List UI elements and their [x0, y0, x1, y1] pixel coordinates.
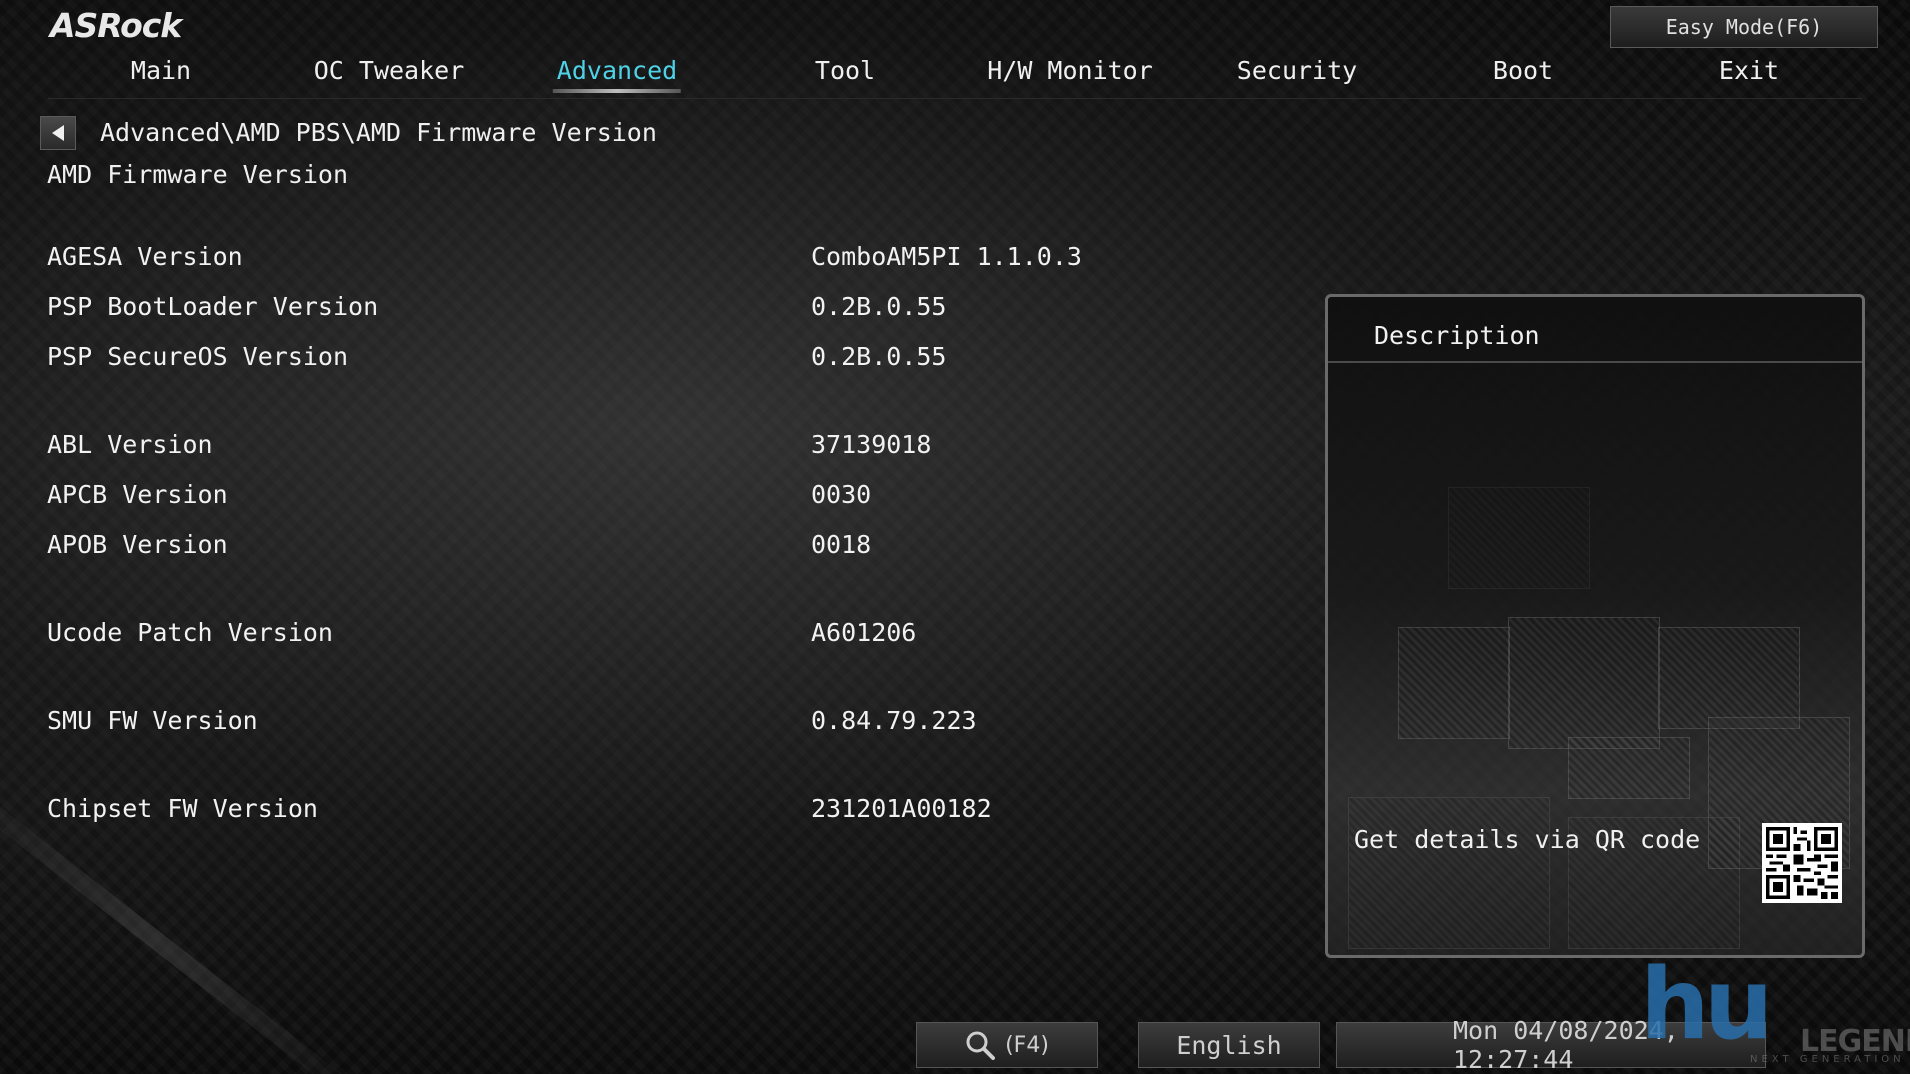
tab-hw-monitor[interactable]: H/W Monitor: [987, 56, 1153, 91]
easy-mode-button[interactable]: Easy Mode(F6): [1610, 6, 1878, 48]
description-title: Description: [1374, 321, 1540, 350]
asrock-logo: ASRock: [50, 6, 182, 45]
metal-plate: [1508, 617, 1660, 749]
tab-exit[interactable]: Exit: [1719, 56, 1779, 91]
description-panel: Description Get details via QR code: [1325, 294, 1865, 958]
back-button[interactable]: [40, 116, 76, 150]
search-button[interactable]: (F4): [916, 1022, 1098, 1068]
magnifier-icon: [966, 1031, 996, 1060]
row-label-agesa[interactable]: AGESA Version: [47, 242, 243, 271]
row-value-abl: 37139018: [811, 430, 932, 459]
tab-tool[interactable]: Tool: [815, 56, 875, 91]
tab-advanced[interactable]: Advanced: [552, 56, 682, 93]
row-value-psp-bootloader: 0.2B.0.55: [811, 292, 947, 321]
main-nav: Main OC Tweaker Advanced Tool H/W Monito…: [48, 56, 1862, 99]
row-label-psp-secureos[interactable]: PSP SecureOS Version: [47, 342, 348, 371]
row-value-apcb: 0030: [811, 480, 872, 509]
tab-security[interactable]: Security: [1237, 56, 1357, 91]
row-label-apcb[interactable]: APCB Version: [47, 480, 228, 509]
tab-oc-tweaker[interactable]: OC Tweaker: [314, 56, 465, 91]
search-shortcut: (F4): [1005, 1032, 1049, 1058]
row-value-chipset-fw: 231201A00182: [811, 794, 992, 823]
watermark-logo: hu LEGEND NEXT GENERATION: [1640, 950, 1910, 1074]
metal-plate: [1568, 737, 1690, 799]
tab-boot[interactable]: Boot: [1493, 56, 1553, 91]
tab-main[interactable]: Main: [131, 56, 191, 91]
breadcrumb: Advanced\AMD PBS\AMD Firmware Version: [100, 118, 657, 147]
language-button[interactable]: English: [1138, 1022, 1320, 1068]
metal-plate: [1658, 627, 1800, 729]
qr-code-icon[interactable]: [1762, 823, 1842, 903]
bios-screen: ASRock Easy Mode(F6) Main OC Tweaker Adv…: [0, 0, 1910, 1074]
qr-caption: Get details via QR code: [1354, 825, 1701, 854]
row-value-smu-fw: 0.84.79.223: [811, 706, 977, 735]
metal-plate: [1398, 627, 1510, 739]
row-label-smu-fw[interactable]: SMU FW Version: [47, 706, 258, 735]
left-triangle-icon: [52, 125, 64, 141]
row-value-ucode: A601206: [811, 618, 917, 647]
metal-plate: [1348, 797, 1550, 949]
row-value-psp-secureos: 0.2B.0.55: [811, 342, 947, 371]
watermark-subtext: NEXT GENERATION: [1750, 1054, 1905, 1065]
row-label-chipset-fw[interactable]: Chipset FW Version: [47, 794, 318, 823]
watermark-mark: hu: [1640, 948, 1774, 1062]
metal-plate: [1448, 487, 1590, 589]
row-value-apob: 0018: [811, 530, 872, 559]
row-label-apob[interactable]: APOB Version: [47, 530, 228, 559]
row-value-agesa: ComboAM5PI 1.1.0.3: [811, 242, 1082, 271]
row-label-abl[interactable]: ABL Version: [47, 430, 213, 459]
page-title: AMD Firmware Version: [47, 160, 349, 189]
row-label-psp-bootloader[interactable]: PSP BootLoader Version: [47, 292, 378, 321]
row-label-ucode[interactable]: Ucode Patch Version: [47, 618, 333, 647]
